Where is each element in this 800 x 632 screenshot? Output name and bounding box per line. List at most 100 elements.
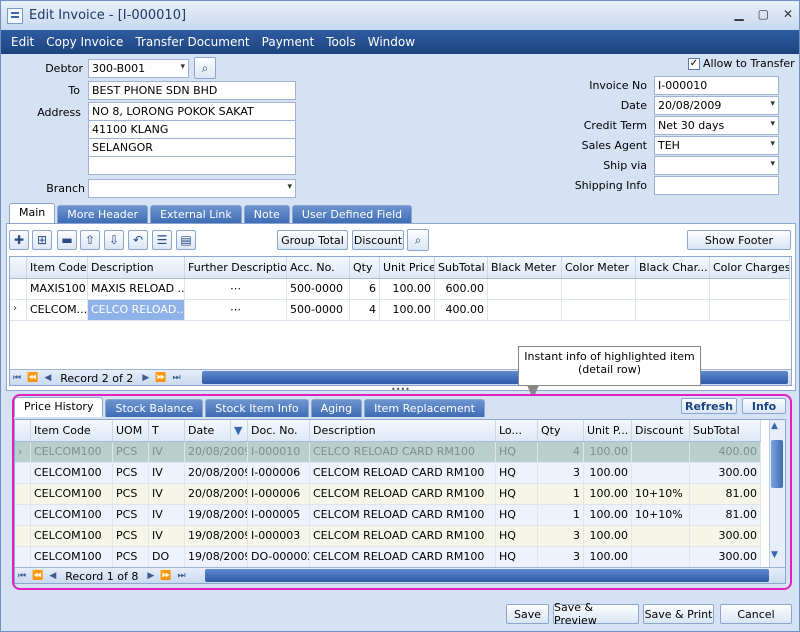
debtor-search-icon[interactable]: ⌕ xyxy=(194,57,216,79)
sales-agent-label: Sales Agent xyxy=(581,139,647,152)
cell-black-charges[interactable] xyxy=(636,279,710,299)
address-line-3[interactable]: SELANGOR xyxy=(88,138,296,157)
branch-field[interactable] xyxy=(88,179,296,198)
menu-tools[interactable]: Tools xyxy=(320,35,362,49)
table-row[interactable]: MAXIS100 MAXIS RELOAD ... ⋯ 500-0000 6 1… xyxy=(10,279,790,300)
allow-transfer-checkbox[interactable]: ✓ xyxy=(688,57,700,70)
subtotal-icon[interactable]: ▤ xyxy=(176,230,196,250)
cell-qty[interactable]: 4 xyxy=(350,300,380,320)
splitter-handle-icon[interactable]: •••• xyxy=(391,385,410,394)
window-title: Edit Invoice - [I-000010] xyxy=(29,8,187,23)
title-bar: Edit Invoice - [I-000010] ▁ ▢ ✕ xyxy=(1,1,799,30)
cell-acc-no[interactable]: 500-0000 xyxy=(287,300,350,320)
to-field[interactable]: BEST PHONE SDN BHD xyxy=(88,81,296,100)
ship-via-field[interactable] xyxy=(654,156,779,175)
cell-black-charges[interactable] xyxy=(636,300,710,320)
debtor-field[interactable]: 300-B001 xyxy=(88,59,189,78)
table-row[interactable]: › CELCOM... CELCO RELOAD... ⋯ 500-0000 4… xyxy=(10,300,790,321)
further-description-ellipsis-button[interactable]: ⋯ xyxy=(185,279,287,299)
allow-transfer-label: Allow to Transfer xyxy=(703,57,795,70)
discount-button[interactable]: Discount xyxy=(352,230,404,250)
next-record-icon[interactable]: ▶ xyxy=(139,373,152,383)
insert-row-icon[interactable]: ⊞ xyxy=(32,230,52,250)
col-unit-price[interactable]: Unit Price xyxy=(380,257,435,278)
current-row-indicator-icon: › xyxy=(10,300,27,320)
cell-color-meter[interactable] xyxy=(562,279,636,299)
credit-term-field[interactable]: Net 30 days xyxy=(654,116,779,135)
tab-main[interactable]: Main xyxy=(9,203,56,223)
menu-window[interactable]: Window xyxy=(362,35,421,49)
menu-edit[interactable]: Edit xyxy=(5,35,40,49)
col-description[interactable]: Description xyxy=(88,257,185,278)
to-label: To xyxy=(68,84,80,97)
cancel-button[interactable]: Cancel xyxy=(720,604,792,624)
save-button[interactable]: Save xyxy=(506,604,549,624)
add-row-icon[interactable]: ✚ xyxy=(9,230,29,250)
col-qty[interactable]: Qty xyxy=(350,257,380,278)
invoice-no-label: Invoice No xyxy=(589,79,647,92)
edit-invoice-window: Edit Invoice - [I-000010] ▁ ▢ ✕ Edit Cop… xyxy=(0,0,800,632)
cell-subtotal[interactable]: 600.00 xyxy=(435,279,488,299)
group-total-button[interactable]: Group Total xyxy=(277,230,348,250)
address-line-2[interactable]: 41100 KLANG xyxy=(88,120,296,139)
show-footer-button[interactable]: Show Footer xyxy=(687,230,791,250)
move-up-icon[interactable]: ⇧ xyxy=(80,230,100,250)
further-description-ellipsis-button[interactable]: ⋯ xyxy=(185,300,287,320)
cell-item-code[interactable]: CELCOM... xyxy=(27,300,88,320)
next-page-icon[interactable]: ⏩ xyxy=(152,373,169,383)
cell-description-selected[interactable]: CELCO RELOAD... xyxy=(88,300,185,320)
menu-copy-invoice[interactable]: Copy Invoice xyxy=(40,35,129,49)
ship-via-label: Ship via xyxy=(603,159,647,172)
shipping-info-label: Shipping Info xyxy=(574,179,647,192)
prev-record-icon[interactable]: ◀ xyxy=(41,373,54,383)
cell-color-meter[interactable] xyxy=(562,300,636,320)
cell-color-charges[interactable] xyxy=(710,279,790,299)
list-icon[interactable]: ☰ xyxy=(152,230,172,250)
delete-row-icon[interactable]: ▬ xyxy=(57,230,77,250)
cell-unit-price[interactable]: 100.00 xyxy=(380,300,435,320)
col-black-meter[interactable]: Black Meter xyxy=(488,257,562,278)
prev-page-icon[interactable]: ⏪ xyxy=(24,373,41,383)
invoice-no-field[interactable]: I-000010 xyxy=(654,76,779,95)
sales-agent-field[interactable]: TEH xyxy=(654,136,779,155)
col-black-charges[interactable]: Black Char... xyxy=(636,257,710,278)
cell-subtotal[interactable]: 400.00 xyxy=(435,300,488,320)
address-line-1[interactable]: NO 8, LORONG POKOK SAKAT xyxy=(88,102,296,121)
cell-item-code[interactable]: MAXIS100 xyxy=(27,279,88,299)
col-acc-no[interactable]: Acc. No. xyxy=(287,257,350,278)
col-color-charges[interactable]: Color Charges xyxy=(710,257,790,278)
cell-black-meter[interactable] xyxy=(488,279,562,299)
move-down-icon[interactable]: ⇩ xyxy=(104,230,124,250)
search-icon[interactable]: ⌕ xyxy=(407,229,429,251)
last-record-icon[interactable]: ⏭ xyxy=(170,373,184,383)
cell-black-meter[interactable] xyxy=(488,300,562,320)
col-subtotal[interactable]: SubTotal xyxy=(435,257,488,278)
main-tabs: Main More Header External Link Note User… xyxy=(9,203,414,223)
col-item-code[interactable]: Item Code xyxy=(27,257,88,278)
first-record-icon[interactable]: ⏮ xyxy=(10,373,24,383)
tab-user-defined-field[interactable]: User Defined Field xyxy=(291,205,413,223)
menu-transfer-document[interactable]: Transfer Document xyxy=(129,35,255,49)
tab-note[interactable]: Note xyxy=(243,205,290,223)
maximize-icon[interactable]: ▢ xyxy=(758,7,769,21)
tab-more-header[interactable]: More Header xyxy=(57,205,149,223)
allow-transfer-option[interactable]: ✓ Allow to Transfer xyxy=(688,57,795,70)
save-preview-button[interactable]: Save & Preview xyxy=(553,601,639,627)
menu-bar: Edit Copy Invoice Transfer Document Paym… xyxy=(1,30,799,54)
tab-external-link[interactable]: External Link xyxy=(150,205,242,223)
col-color-meter[interactable]: Color Meter xyxy=(562,257,636,278)
cell-color-charges[interactable] xyxy=(710,300,790,320)
shipping-info-field[interactable] xyxy=(654,176,779,195)
minimize-icon[interactable]: ▁ xyxy=(734,7,743,21)
cell-acc-no[interactable]: 500-0000 xyxy=(287,279,350,299)
undo-icon[interactable]: ↶ xyxy=(128,230,148,250)
menu-payment[interactable]: Payment xyxy=(256,35,321,49)
cell-description[interactable]: MAXIS RELOAD ... xyxy=(88,279,185,299)
close-icon[interactable]: ✕ xyxy=(783,7,793,21)
cell-qty[interactable]: 6 xyxy=(350,279,380,299)
save-print-button[interactable]: Save & Print xyxy=(643,604,714,624)
cell-unit-price[interactable]: 100.00 xyxy=(380,279,435,299)
date-field[interactable]: 20/08/2009 xyxy=(654,96,779,115)
col-further-description[interactable]: Further Description xyxy=(185,257,287,278)
address-line-4[interactable] xyxy=(88,156,296,175)
